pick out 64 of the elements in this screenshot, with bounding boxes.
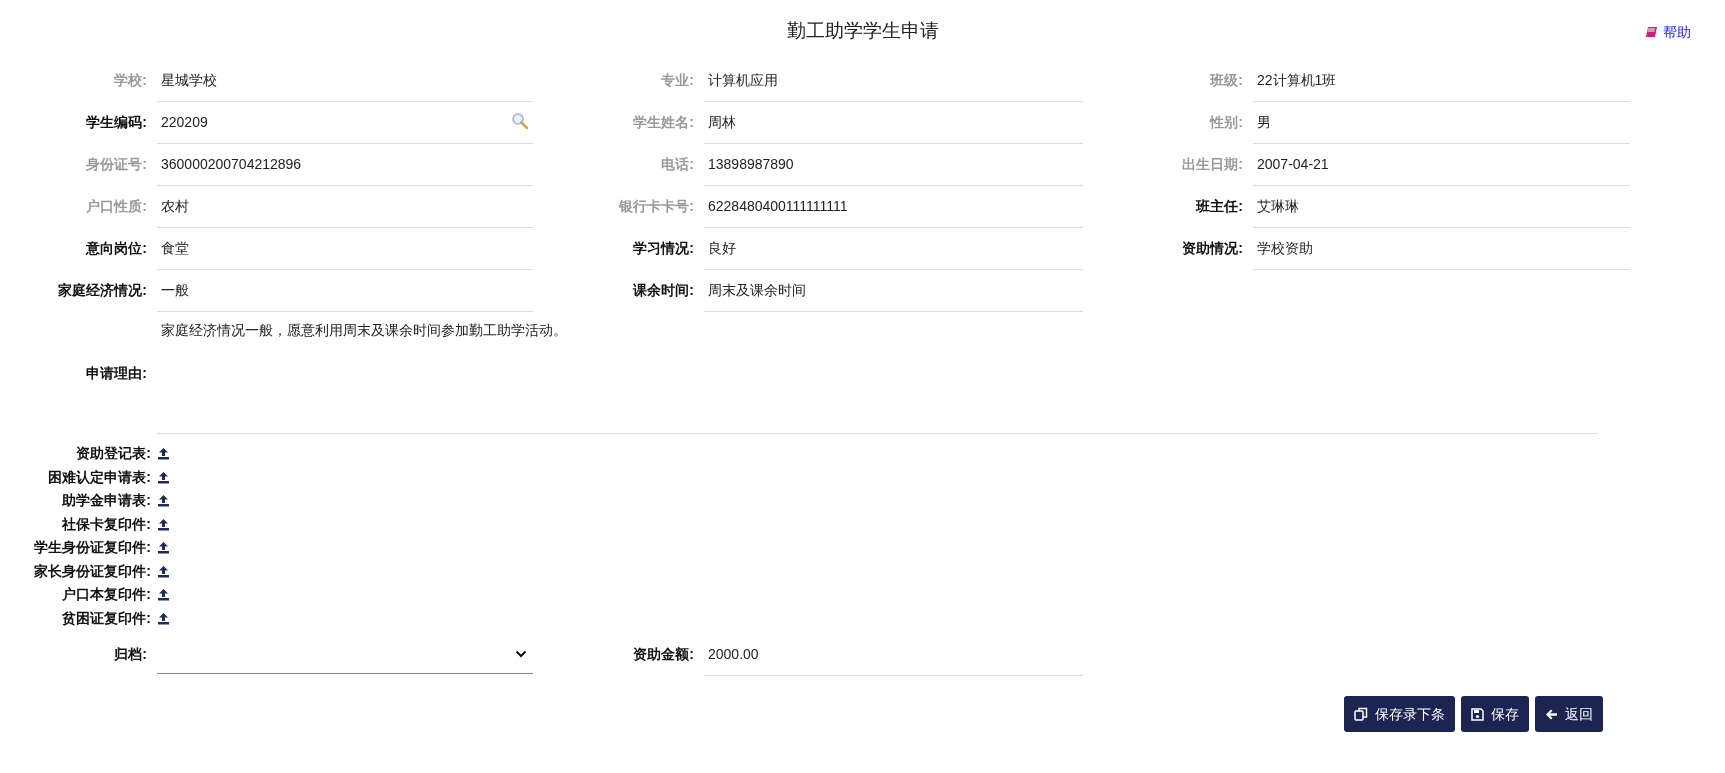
attachment-label: 社保卡复印件:	[62, 514, 151, 534]
field-label: 学生编码:	[86, 113, 147, 132]
chevron-down-icon	[515, 649, 527, 658]
text-field[interactable]: 2007-04-21	[1253, 144, 1630, 186]
field-label: 申请理由:	[86, 363, 147, 383]
upload-icon[interactable]	[157, 611, 170, 625]
field-label: 班级:	[1210, 71, 1243, 90]
field-label: 身份证号:	[86, 155, 147, 174]
field-label: 专业:	[661, 71, 694, 90]
copy-icon	[1354, 707, 1368, 721]
text-field[interactable]: 男	[1253, 102, 1630, 144]
attachment-label: 贫困证复印件:	[62, 608, 151, 628]
page-title: 勤工助学学生申请	[786, 19, 939, 43]
upload-icon[interactable]	[157, 517, 170, 531]
arrow-left-icon	[1545, 707, 1558, 721]
text-field[interactable]: 良好	[704, 228, 1083, 270]
field-label: 性别:	[1210, 113, 1243, 132]
text-field[interactable]: 6228480400111111111	[704, 186, 1083, 228]
text-field[interactable]: 农村	[157, 186, 533, 228]
upload-icon[interactable]	[157, 541, 170, 555]
text-field[interactable]: 一般	[157, 270, 533, 312]
attachment-label: 家长身份证复印件:	[34, 561, 151, 581]
book-icon	[1645, 26, 1658, 39]
text-field[interactable]: 220209	[157, 102, 533, 144]
text-field[interactable]: 周林	[704, 102, 1083, 144]
upload-icon[interactable]	[157, 494, 170, 508]
attachment-label: 资助登记表:	[76, 444, 151, 464]
text-field[interactable]: 星城学校	[157, 60, 533, 102]
field-label: 出生日期:	[1182, 155, 1243, 174]
text-field[interactable]: 艾琳琳	[1253, 186, 1630, 228]
text-field[interactable]: 2000.00	[704, 634, 1083, 676]
field-label: 资助情况:	[1182, 239, 1243, 258]
action-button[interactable]: 保存录下条	[1344, 696, 1455, 732]
text-field[interactable]: 周末及课余时间	[704, 270, 1083, 312]
field-label: 意向岗位:	[86, 239, 147, 258]
field-label: 家庭经济情况:	[58, 281, 147, 300]
field-label: 资助金额:	[633, 645, 694, 664]
attachment-label: 困难认定申请表:	[48, 467, 151, 487]
text-field[interactable]: 学校资助	[1253, 228, 1630, 270]
action-button[interactable]: 返回	[1535, 696, 1603, 732]
text-field[interactable]: 22计算机1班	[1253, 60, 1630, 102]
upload-icon[interactable]	[157, 588, 170, 602]
field-label: 归档:	[114, 645, 147, 664]
attachment-label: 助学金申请表:	[62, 491, 151, 511]
upload-icon[interactable]	[157, 564, 170, 578]
help-link[interactable]: 帮助	[1645, 22, 1691, 43]
attachment-label: 户口本复印件:	[62, 585, 151, 605]
field-label: 班主任:	[1196, 197, 1243, 216]
text-field[interactable]: 食堂	[157, 228, 533, 270]
reason-textarea[interactable]: 家庭经济情况一般，愿意利用周末及课余时间参加勤工助学活动。	[157, 312, 1598, 434]
field-label: 学习情况:	[633, 239, 694, 258]
action-button[interactable]: 保存	[1461, 696, 1529, 732]
upload-icon[interactable]	[157, 447, 170, 461]
field-label: 学生姓名:	[633, 113, 694, 132]
text-field[interactable]: 13898987890	[704, 144, 1083, 186]
field-label: 课余时间:	[633, 281, 694, 300]
text-field[interactable]: 360000200704212896	[157, 144, 533, 186]
field-label: 电话:	[661, 155, 694, 174]
field-label: 学校:	[114, 71, 147, 90]
attachment-label: 学生身份证复印件:	[34, 538, 151, 558]
upload-icon[interactable]	[157, 470, 170, 484]
field-label: 银行卡卡号:	[619, 197, 694, 216]
text-field[interactable]: 计算机应用	[704, 60, 1083, 102]
field-label: 户口性质:	[86, 197, 147, 216]
